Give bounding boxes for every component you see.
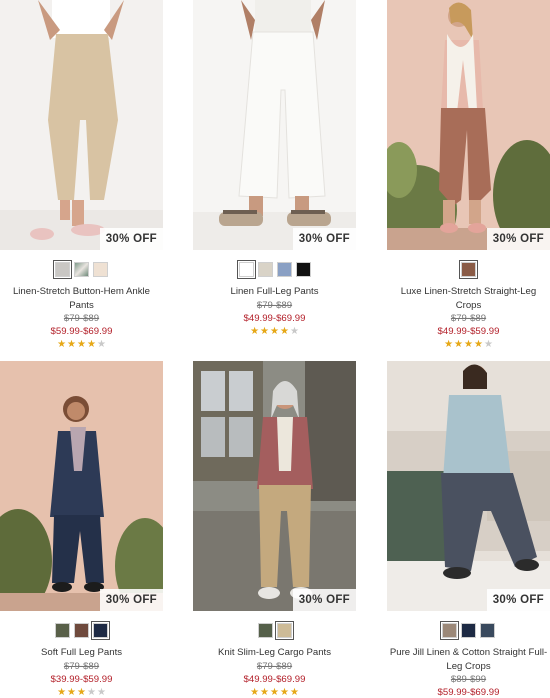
original-price: $79-$89 — [63, 660, 100, 672]
model-figure — [193, 0, 356, 250]
sale-price: $49.99-$59.99 — [437, 326, 500, 337]
color-swatch[interactable] — [461, 623, 476, 638]
rating-stars: ★ ★ ★ ★ ★ — [193, 326, 356, 337]
color-swatches — [387, 260, 550, 279]
rating-stars: ★ ★ ★ ★ ★ — [0, 339, 163, 350]
product-name[interactable]: Pure Jill Linen & Cotton Straight Full-L… — [387, 646, 550, 673]
product-image[interactable]: 30% OFF — [193, 361, 356, 611]
color-swatch[interactable] — [276, 262, 292, 277]
product-image[interactable]: 30% OFF — [387, 0, 550, 250]
product-name[interactable]: Knit Slim-Leg Cargo Pants — [193, 646, 356, 660]
sale-price: $49.99-$69.99 — [243, 312, 306, 324]
color-swatch[interactable] — [93, 262, 108, 277]
star-icon: ★ — [86, 339, 96, 350]
color-swatch[interactable] — [257, 623, 273, 638]
product-image[interactable]: 30% OFF — [193, 0, 356, 250]
discount-badge: 30% OFF — [99, 589, 163, 611]
product-name[interactable]: Soft Full Leg Pants — [0, 646, 163, 660]
star-icon: ★ — [57, 339, 67, 350]
color-swatch[interactable] — [53, 260, 72, 279]
color-swatches — [193, 621, 356, 640]
color-swatch[interactable] — [91, 621, 110, 640]
model-figure — [0, 0, 163, 250]
model-figure — [193, 361, 356, 611]
color-swatch[interactable] — [274, 621, 294, 640]
sale-price: $39.99-$59.99 — [50, 673, 113, 685]
star-icon: ★ — [67, 339, 77, 350]
discount-badge: 30% OFF — [486, 589, 550, 611]
product-image[interactable]: 30% OFF — [0, 0, 163, 250]
product-name[interactable]: Linen-Stretch Button-Hem Ankle Pants — [0, 285, 163, 312]
product-name[interactable]: Luxe Linen-Stretch Straight-Leg Crops — [387, 285, 550, 312]
star-icon: ★ — [279, 686, 289, 698]
product-image[interactable]: 30% OFF — [0, 361, 163, 611]
star-icon: ★ — [270, 686, 279, 698]
star-icon: ★ — [67, 686, 77, 698]
color-swatch[interactable] — [480, 623, 495, 638]
star-icon: ★ — [289, 325, 299, 337]
star-icon: ★ — [483, 339, 493, 350]
star-icon: ★ — [77, 686, 86, 698]
color-swatches — [193, 260, 356, 279]
star-icon: ★ — [86, 686, 96, 698]
star-icon: ★ — [444, 339, 454, 350]
product-card[interactable]: 30% OFF Linen Full-Leg Pants $79-$89 $49… — [193, 0, 356, 337]
rating-stars: ★ ★ ★ ★ ★ — [193, 687, 356, 698]
rating-stars: ★ ★ ★ ★ ★ — [387, 339, 550, 350]
product-name[interactable]: Linen Full-Leg Pants — [193, 285, 356, 299]
product-card[interactable]: 30% OFF Pure Jill Linen & Cotton Straigh… — [387, 361, 550, 698]
original-price: $79-$89 — [63, 313, 100, 324]
color-swatch[interactable] — [295, 262, 311, 277]
color-swatches — [0, 260, 163, 279]
color-swatch[interactable] — [257, 262, 273, 277]
star-icon: ★ — [279, 325, 289, 337]
product-card[interactable]: 30% OFF Knit Slim-Leg Cargo Pants $79-$8… — [193, 361, 356, 698]
rating-stars: ★ ★ ★ ★ ★ — [0, 687, 163, 698]
color-swatch[interactable] — [74, 262, 89, 277]
original-price: $79-$89 — [256, 299, 293, 311]
star-icon: ★ — [464, 339, 473, 350]
star-icon: ★ — [96, 686, 106, 698]
color-swatch[interactable] — [55, 623, 70, 638]
star-icon: ★ — [77, 339, 86, 350]
star-icon: ★ — [96, 339, 106, 350]
original-price: $79-$89 — [450, 313, 487, 324]
model-figure — [387, 2, 550, 250]
star-icon: ★ — [289, 686, 299, 698]
discount-badge: 30% OFF — [99, 228, 163, 250]
color-swatch[interactable] — [459, 260, 478, 279]
model-figure — [387, 364, 550, 611]
original-price: $89-$99 — [450, 674, 487, 685]
star-icon: ★ — [260, 325, 270, 337]
star-icon: ★ — [250, 686, 260, 698]
discount-badge: 30% OFF — [292, 228, 356, 250]
sale-price: $59.99-$69.99 — [50, 326, 113, 337]
star-icon: ★ — [250, 325, 260, 337]
star-icon: ★ — [57, 686, 67, 698]
model-figure — [0, 396, 163, 611]
product-card[interactable]: 30% OFF Linen-Stretch Button-Hem Ankle P… — [0, 0, 163, 350]
color-swatch[interactable] — [440, 621, 459, 640]
color-swatches — [387, 621, 550, 640]
star-icon: ★ — [454, 339, 464, 350]
discount-badge: 30% OFF — [292, 589, 356, 611]
product-card[interactable]: 30% OFF Soft Full Leg Pants $79-$89 $39.… — [0, 361, 163, 698]
original-price: $79-$89 — [256, 660, 293, 672]
product-image[interactable]: 30% OFF — [387, 361, 550, 611]
sale-price: $49.99-$69.99 — [243, 673, 306, 685]
star-icon: ★ — [260, 686, 270, 698]
sale-price: $59.99-$69.99 — [437, 687, 500, 698]
star-icon: ★ — [270, 325, 279, 337]
color-swatch[interactable] — [236, 260, 256, 279]
color-swatches — [0, 621, 163, 640]
product-card[interactable]: 30% OFF Luxe Linen-Stretch Straight-Leg … — [387, 0, 550, 350]
star-icon: ★ — [473, 339, 483, 350]
color-swatch[interactable] — [74, 623, 89, 638]
discount-badge: 30% OFF — [486, 228, 550, 250]
